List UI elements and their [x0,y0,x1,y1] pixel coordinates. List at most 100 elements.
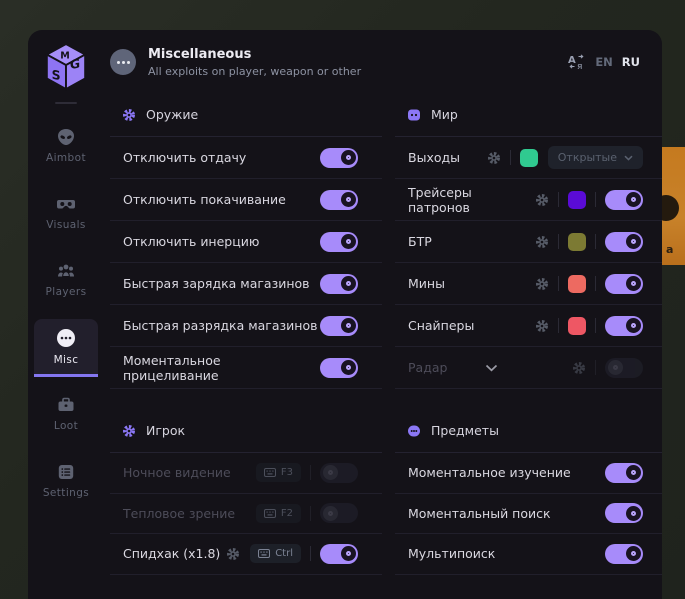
setting-label: Мультипоиск [408,546,495,561]
hotkey-badge[interactable]: F2 [256,504,301,523]
players-icon [56,261,76,281]
ellipsis-circle-icon [55,327,77,349]
toggle[interactable] [605,544,643,564]
chevron-down-icon [624,155,633,161]
sidebar-item-players[interactable]: Players [34,252,98,306]
gear-icon[interactable] [535,277,549,291]
list-icon [56,462,76,482]
vr-goggles-icon [56,194,76,214]
app-logo-icon: M S G [43,42,89,92]
section-weapon: Оружие Отключить отдачу Отключить покачи… [110,93,382,389]
sidebar-item-label: Misc [54,354,79,366]
svg-text:S: S [52,67,61,83]
hotkey-label: Ctrl [275,548,293,559]
color-swatch[interactable] [568,317,586,335]
setting-row: Снайперы [395,305,662,347]
hotkey-badge[interactable]: F3 [256,463,301,482]
toggle[interactable] [605,190,643,210]
hotkey-badge[interactable]: Ctrl [250,544,301,563]
toggle[interactable] [605,503,643,523]
setting-row: Быстрая зарядка магазинов [110,263,382,305]
toggle[interactable] [320,358,358,378]
toggle[interactable] [605,358,643,378]
game-background-sign: a [662,147,685,265]
toggle[interactable] [320,463,358,483]
header: Miscellaneous All exploits on player, we… [104,30,662,90]
toggle[interactable] [320,316,358,336]
setting-row: Отключить инерцию [110,221,382,263]
gear-icon [122,424,136,438]
page-subtitle: All exploits on player, weapon or other [148,65,361,78]
setting-row: Трейсеры патронов [395,179,662,221]
section-world: Мир Выходы Открытые [395,93,662,389]
svg-text:M: M [60,50,70,61]
hotkey-label: F2 [281,508,293,519]
setting-label: Моментальное изучение [408,465,571,480]
section-title: Игрок [146,423,185,438]
gear-icon[interactable] [535,235,549,249]
sidebar: M S G Aimbot Visuals [28,30,104,599]
setting-label: Моментальный поиск [408,506,551,521]
sidebar-item-label: Aimbot [46,152,86,164]
setting-label: Отключить покачивание [123,192,286,207]
items-icon [407,424,421,438]
section-player: Игрок Ночное видение F3 [110,409,382,575]
briefcase-icon [56,395,76,415]
setting-row: Спидхак (x1.8) Ctrl [110,534,382,575]
color-swatch[interactable] [568,233,586,251]
setting-row: Моментальный поиск [395,494,662,535]
exits-dropdown[interactable]: Открытые [548,146,643,169]
toggle[interactable] [320,148,358,168]
setting-row: Отключить покачивание [110,179,382,221]
toggle[interactable] [320,232,358,252]
gear-icon[interactable] [226,547,240,561]
gear-icon [122,108,136,122]
keyboard-icon [264,468,276,477]
setting-label: БТР [408,234,432,249]
translate-icon: A я [567,53,586,71]
setting-label: Снайперы [408,318,474,333]
setting-row: Радар [395,347,662,389]
setting-label: Трейсеры патронов [408,185,535,215]
color-swatch[interactable] [568,275,586,293]
toggle[interactable] [320,190,358,210]
sidebar-item-label: Players [46,286,87,298]
misc-ellipsis-icon [110,49,136,75]
color-swatch[interactable] [520,149,538,167]
dropdown-value: Открытые [558,151,617,164]
keyboard-icon [264,509,276,518]
left-column: Оружие Отключить отдачу Отключить покачи… [110,93,382,595]
color-swatch[interactable] [568,191,586,209]
sidebar-item-misc[interactable]: Misc [34,319,98,377]
toggle[interactable] [605,232,643,252]
toggle[interactable] [320,544,358,564]
toggle[interactable] [605,316,643,336]
toggle[interactable] [320,274,358,294]
setting-label: Ночное видение [123,465,231,480]
language-en-button[interactable]: EN [595,55,612,69]
sidebar-item-aimbot[interactable]: Aimbot [34,118,98,172]
section-title: Мир [431,107,458,122]
language-ru-button[interactable]: RU [622,55,640,69]
setting-label: Тепловое зрение [123,506,235,521]
keyboard-icon [258,549,270,558]
gear-icon[interactable] [487,151,501,165]
setting-row: Моментальное прицеливание [110,347,382,389]
toggle[interactable] [605,463,643,483]
toggle[interactable] [320,503,358,523]
alien-icon [56,127,76,147]
gear-icon[interactable] [535,193,549,207]
setting-row: Тепловое зрение F2 [110,494,382,535]
sidebar-item-visuals[interactable]: Visuals [34,185,98,239]
gear-icon[interactable] [572,361,586,375]
sidebar-item-settings[interactable]: Settings [34,453,98,507]
world-icon [407,108,421,122]
svg-text:G: G [70,56,80,72]
expand-chevron-icon[interactable] [485,364,498,372]
sidebar-item-label: Loot [54,420,78,432]
toggle[interactable] [605,274,643,294]
setting-row: Мины [395,263,662,305]
svg-text:я: я [577,62,582,71]
gear-icon[interactable] [535,319,549,333]
sidebar-item-loot[interactable]: Loot [34,386,98,440]
